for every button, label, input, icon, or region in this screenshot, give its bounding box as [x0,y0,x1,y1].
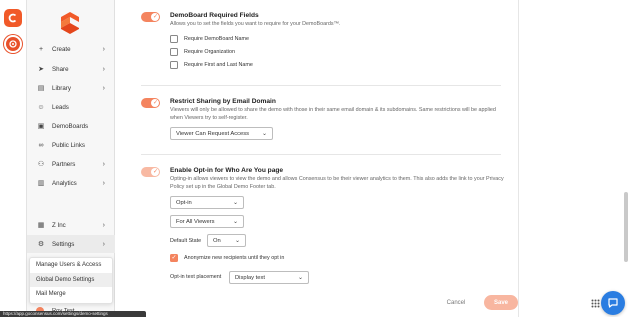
save-button[interactable]: Save [484,295,518,310]
default-state-label: Default State [170,238,202,244]
chevron-down-icon: ⌄ [297,275,303,281]
opt-in-audience-select[interactable]: For All Viewers ⌄ [170,215,244,228]
sidebar-item-leads[interactable]: ☺ Leads [27,98,115,116]
sidebar-item-label: Settings [52,240,75,248]
checkbox-label: Require First and Last Name [184,62,253,68]
sidebar-item-label: DemoBoards [52,122,89,130]
anonymize-checkbox[interactable]: ✓ [170,254,178,262]
chevron-right-icon: › [102,221,105,229]
user-icon: ☺ [37,103,45,111]
chevron-down-icon: ⌄ [232,200,238,206]
cancel-button[interactable]: Cancel [436,296,476,310]
required-fields-toggle[interactable]: ✓ [141,12,160,22]
placement-label: Opt-in text placement [170,274,222,280]
chevron-down-icon: ⌄ [234,238,240,244]
chevron-right-icon: › [102,240,105,248]
sidebar-item-create[interactable]: + Create › [27,40,115,58]
chevron-right-icon: › [102,45,105,53]
settings-menu: Manage Users & Access Global Demo Settin… [29,257,113,304]
section-title: DemoBoard Required Fields [170,12,259,19]
checkbox-label: Anonymize new recipients until they opt … [184,255,285,261]
scrollbar[interactable] [624,192,628,262]
checkbox-label: Require DemoBoard Name [184,36,250,42]
opt-in-mode-select[interactable]: Opt-in ⌄ [170,196,244,209]
sidebar-item-label: Z Inc [52,221,66,229]
menu-item-mail-merge[interactable]: Mail Merge [30,287,112,302]
consensus-app-icon[interactable] [4,9,22,27]
sidebar-item-label: Create [52,45,71,53]
chevron-down-icon: ⌄ [232,219,238,225]
chevron-right-icon: › [102,160,105,168]
sidebar-item-label: Leads [52,103,69,111]
sidebar-item-demoboards[interactable]: ▣ DemoBoards [27,117,115,135]
menu-item-global-demo-settings[interactable]: Global Demo Settings [30,272,112,287]
sidebar-item-settings[interactable]: ⚙ Settings › [27,235,115,253]
select-value: Viewer Can Request Access [176,130,250,137]
select-value: For All Viewers [176,218,215,225]
sidebar-item-label: Public Links [52,141,86,149]
section-description: Opting-in allows viewers to view the dem… [170,176,504,190]
access-request-select[interactable]: Viewer Can Request Access ⌄ [170,127,273,140]
default-state-select[interactable]: On ⌄ [207,234,246,247]
app-rail [0,0,27,317]
library-icon: ▤ [37,85,45,92]
chevron-down-icon: ⌄ [261,131,267,137]
gear-icon: ⚙ [37,241,45,248]
check-icon: ✓ [152,14,158,20]
chat-launcher-button[interactable] [601,291,625,315]
board-icon: ▣ [37,123,45,130]
chevron-right-icon: › [102,65,105,73]
select-value: Display text [235,274,265,281]
menu-item-manage-users[interactable]: Manage Users & Access [30,258,112,273]
divider [141,154,501,155]
sidebar-item-share[interactable]: ➤ Share › [27,60,115,78]
sidebar-item-label: Library [52,84,71,92]
section-title: Enable Opt-in for Who Are You page [170,167,284,174]
checkbox-label: Require Organization [184,49,235,55]
link-icon: ∞ [38,141,44,149]
restrict-sharing-toggle[interactable]: ✓ [141,98,160,108]
chevron-right-icon: › [102,179,105,187]
select-value: Opt-in [176,199,192,206]
opt-in-toggle[interactable]: ✓ [141,167,160,177]
require-demoboard-name-checkbox[interactable] [170,35,178,43]
sidebar-item-partners[interactable]: ⚇ Partners › [27,155,115,173]
check-icon: ✓ [171,255,177,261]
section-description: Viewers will only be allowed to share th… [170,107,496,121]
partners-icon: ⚇ [37,161,45,168]
chevron-right-icon: › [102,84,105,92]
extension-icon[interactable] [4,35,22,53]
placement-select[interactable]: Display text ⌄ [229,271,309,284]
sidebar-item-label: Partners [52,160,76,168]
sidebar-item-analytics[interactable]: ▥ Analytics › [27,174,115,192]
right-gutter [518,0,630,317]
section-title: Restrict Sharing by Email Domain [170,98,276,105]
consensus-logo[interactable] [61,12,79,34]
check-icon: ✓ [152,100,158,106]
plus-icon: + [38,45,44,53]
sidebar-item-org[interactable]: ▦ Z Inc › [27,216,115,234]
send-icon: ➤ [38,66,44,73]
sidebar-item-label: Analytics [52,179,77,187]
sidebar-item-public-links[interactable]: ∞ Public Links [27,136,115,154]
main-content: ✓ DemoBoard Required Fields Allows you t… [115,0,518,317]
check-icon: ✓ [152,169,158,175]
select-value: On [213,237,221,244]
section-description: Allows you to set the fields you want to… [170,21,341,27]
chat-icon [608,298,618,308]
require-first-last-name-checkbox[interactable] [170,61,178,69]
sidebar-item-label: Share [52,65,69,73]
sidebar-item-library[interactable]: ▤ Library › [27,79,115,97]
analytics-icon: ▥ [37,180,45,187]
divider [141,85,501,86]
status-bar-url: https://app.goconsensus.com/settings/dem… [0,311,146,317]
apps-grid-icon[interactable] [591,299,600,308]
require-organization-checkbox[interactable] [170,48,178,56]
building-icon: ▦ [37,222,45,229]
